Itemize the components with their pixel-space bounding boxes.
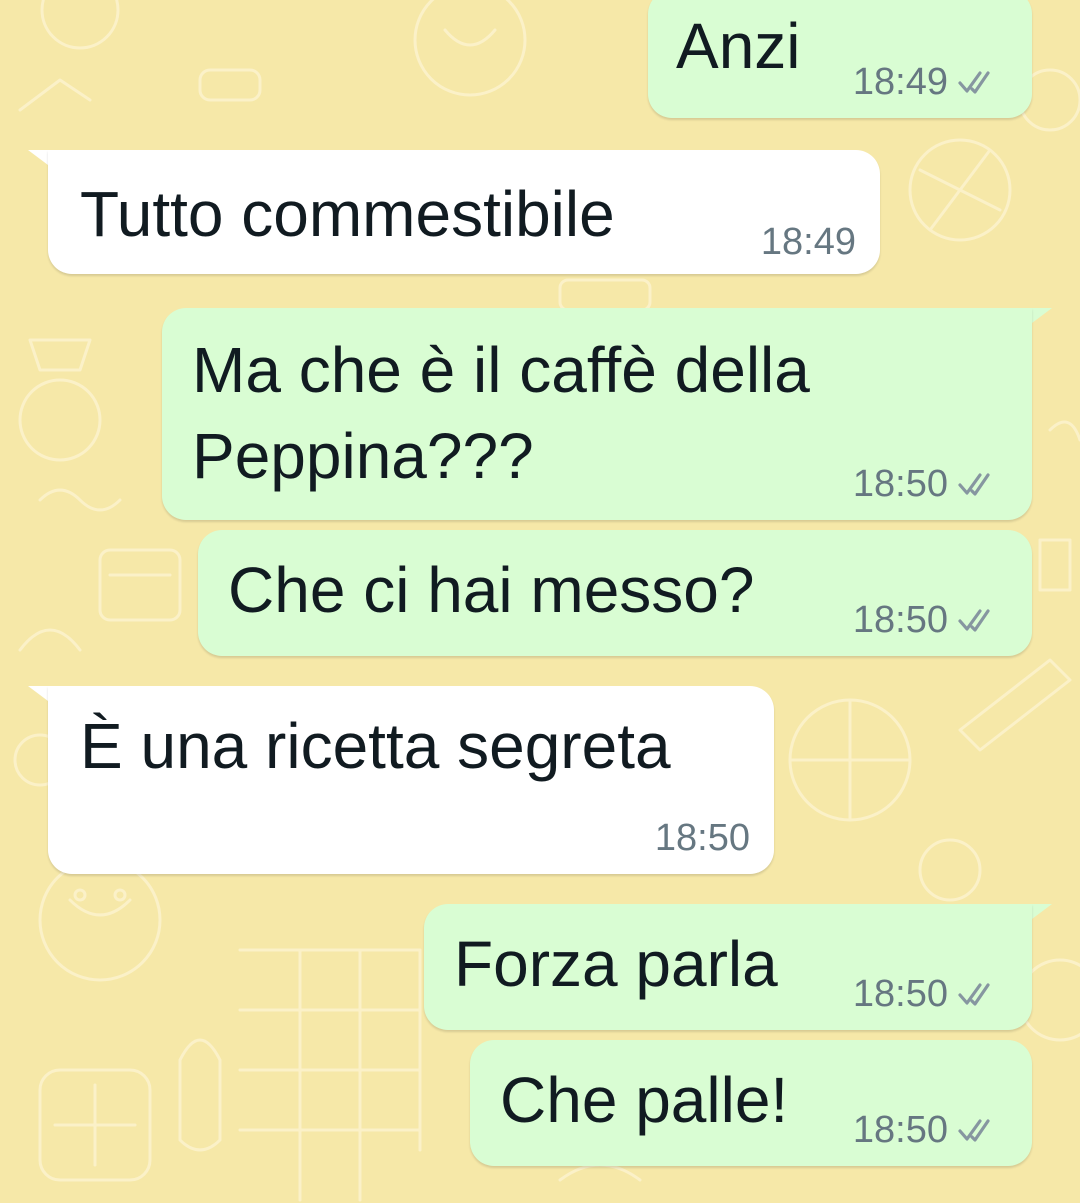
- message-time: 18:49: [852, 61, 948, 103]
- double-check-icon: [958, 71, 990, 94]
- outgoing-message[interactable]: Anzi 18:49: [648, 0, 1032, 118]
- double-check-icon: [958, 983, 990, 1006]
- message-time: 18:50: [852, 973, 948, 1015]
- message-time: 18:50: [852, 463, 948, 505]
- message-meta: 18:50: [853, 462, 1002, 506]
- message-time: 18:50: [852, 599, 948, 641]
- incoming-message[interactable]: È una ricetta segreta 18:50: [48, 686, 774, 874]
- double-check-icon: [958, 473, 990, 496]
- message-time: 18:49: [760, 221, 856, 263]
- message-text-line: Ma che è il caffè della: [192, 334, 810, 406]
- message-meta: 18:50: [853, 1108, 1002, 1152]
- message-meta: 18:49: [853, 60, 1002, 104]
- double-check-icon: [958, 1119, 990, 1142]
- outgoing-message[interactable]: Che palle! 18:50: [470, 1040, 1032, 1166]
- double-check-icon: [958, 609, 990, 632]
- message-time: 18:50: [654, 817, 750, 859]
- message-text: Che ci hai messo?: [228, 554, 755, 626]
- incoming-message[interactable]: Tutto commestibile 18:49: [48, 150, 880, 274]
- message-text: È una ricetta segreta: [80, 710, 671, 782]
- outgoing-message[interactable]: Che ci hai messo? 18:50: [198, 530, 1032, 656]
- message-text-line: Peppina???: [192, 420, 534, 492]
- message-meta: 18:50: [655, 816, 750, 860]
- message-text: Anzi: [676, 10, 801, 82]
- message-meta: 18:50: [853, 598, 1002, 642]
- chat-conversation: Anzi 18:49 Tutto commestibile 18:49 Ma c…: [0, 0, 1080, 1203]
- outgoing-message[interactable]: Forza parla 18:50: [424, 904, 1032, 1030]
- outgoing-message[interactable]: Ma che è il caffè della Peppina??? 18:50: [162, 308, 1032, 520]
- message-text: Tutto commestibile: [80, 178, 615, 250]
- message-time: 18:50: [852, 1109, 948, 1151]
- message-text: Che palle!: [500, 1064, 789, 1136]
- message-text: Forza parla: [454, 928, 778, 1000]
- message-meta: 18:50: [853, 972, 1002, 1016]
- message-meta: 18:49: [761, 220, 856, 264]
